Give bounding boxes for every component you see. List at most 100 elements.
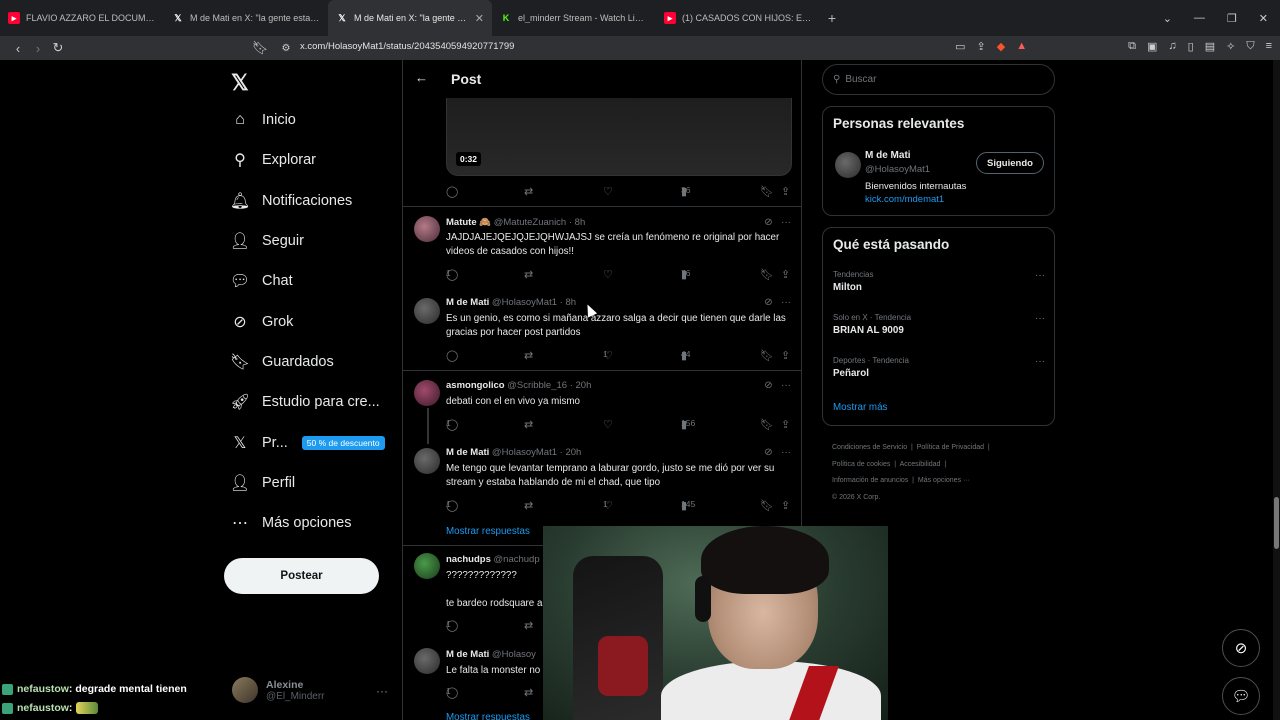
more-icon[interactable]: ··· [781, 380, 791, 391]
author-name[interactable]: Matute 🙈 [446, 217, 491, 228]
author-handle[interactable]: @MatuteZuanich [494, 217, 566, 228]
footer-link[interactable]: Política de Privacidad [917, 444, 984, 451]
account-switcher[interactable]: Alexine @El_Minderr [232, 677, 325, 703]
url-field[interactable]: x.com/HolasoyMat1/status/204354059492077… [300, 41, 514, 52]
cast-icon[interactable]: ▭ [955, 40, 965, 53]
sidebar-item-chat[interactable]: 💬︎ Chat [228, 261, 385, 301]
author-name[interactable]: M de Mati [446, 447, 489, 458]
sidebar-icon[interactable]: ▯ [1188, 40, 1194, 53]
reload-icon[interactable]: ↻ [48, 40, 68, 56]
browser-tab[interactable]: ▸ FLAVIO AZZARO EL DOCUMENTAL - [0, 0, 164, 36]
tweet-text: Me tengo que levantar temprano a laburar… [446, 463, 775, 488]
rewards-icon[interactable]: ▲ [1016, 40, 1027, 53]
show-replies-link[interactable]: Mostrar respuestas [446, 712, 530, 720]
author-name[interactable]: nachudps [446, 554, 491, 565]
share-icon[interactable]: ⇪ [977, 40, 986, 53]
timestamp[interactable]: · 8h [560, 297, 576, 308]
grok-icon[interactable]: ⊘ [764, 447, 772, 458]
grok-icon[interactable]: ⊘ [764, 380, 772, 391]
trend-name: BRIAN AL 9009 [833, 325, 904, 336]
author-handle[interactable]: @HolasoyMat1 [492, 297, 557, 308]
more-icon[interactable]: ··· [1035, 313, 1045, 324]
scrollbar-track[interactable] [1273, 60, 1280, 720]
footer-link[interactable]: Condiciones de Servicio [832, 444, 907, 451]
sidebar-item-estudio[interactable]: 🚀︎ Estudio para cre... [228, 382, 385, 422]
footer-link[interactable]: Accesibilidad [900, 461, 941, 468]
views-count: 44 [681, 349, 691, 359]
wallet-card-icon[interactable]: ▤ [1205, 40, 1215, 53]
sidebar-item-grok[interactable]: ⊘ Grok [228, 301, 385, 341]
timestamp[interactable]: · 20h [560, 447, 582, 458]
chevron-down-icon[interactable]: ⌄ [1163, 12, 1172, 25]
minimize-icon[interactable]: — [1194, 12, 1205, 24]
author-handle[interactable]: @HolasoyMat1 [492, 447, 557, 458]
browser-tab[interactable]: ▸ (1) CASADOS CON HIJOS: El MEJOR C [656, 0, 820, 36]
video-player[interactable] [446, 98, 792, 176]
search-input[interactable]: ⚲ Buscar [822, 64, 1055, 95]
show-replies-link[interactable]: Mostrar respuestas [446, 526, 530, 537]
author-name[interactable]: M de Mati [446, 649, 489, 660]
author-handle[interactable]: @Holasoy [492, 649, 536, 660]
close-tab-icon[interactable]: ✕ [475, 12, 484, 25]
person-name[interactable]: M de Mati [865, 150, 911, 161]
sidebar-nav: ⌂ Inicio ⚲ Explorar 🔔︎ Notificaciones 👤︎ Seg… [228, 100, 385, 543]
brave-shield-icon[interactable]: ◆ [997, 40, 1005, 53]
back-icon[interactable]: ‹ [8, 41, 28, 56]
trend-item[interactable]: Tendencias Milton ··· [833, 270, 1045, 293]
sidebar-item-premium[interactable]: 𝕏 Pr... 50 % de descuento [228, 422, 385, 462]
leo-icon[interactable]: ✧ [1226, 40, 1235, 53]
sidebar-item-seguir[interactable]: 👤︎ Seguir [228, 221, 385, 261]
browser-tab[interactable]: K el_minderr Stream - Watch Live on K [492, 0, 656, 36]
more-icon[interactable]: ··· [1035, 270, 1045, 281]
more-icon[interactable]: ··· [781, 217, 791, 228]
sidebar-item-notificaciones[interactable]: 🔔︎ Notificaciones [228, 181, 385, 221]
author-name[interactable]: M de Mati [446, 297, 489, 308]
trend-item[interactable]: Deportes · Tendencia Peñarol ··· [833, 356, 1045, 379]
back-arrow-icon[interactable]: ← [415, 70, 428, 85]
post-button[interactable]: Postear [224, 558, 379, 594]
following-button[interactable]: Siguiendo [976, 152, 1044, 174]
grok-fab-icon[interactable]: ⊘ [1222, 629, 1260, 667]
avatar [414, 448, 440, 474]
extensions-icon[interactable]: ⧉ [1128, 40, 1136, 53]
browser-tab[interactable]: 𝕏 M de Mati en X: "la gente esta re pin [164, 0, 328, 36]
account-more-icon[interactable]: ··· [376, 684, 388, 698]
timestamp[interactable]: · 20h [570, 380, 592, 391]
footer-link[interactable]: Política de cookies [832, 461, 890, 468]
author-handle[interactable]: @nachudp [494, 554, 540, 565]
forward-icon[interactable]: › [28, 41, 48, 56]
new-tab-button[interactable]: + [820, 10, 844, 26]
messages-fab-icon[interactable]: 💬︎ [1222, 677, 1260, 715]
music-icon[interactable]: ♫ [1168, 40, 1176, 53]
person-handle[interactable]: @HolasoyMat1 [865, 164, 930, 175]
sidebar-item-guardados[interactable]: 🔖︎ Guardados [228, 342, 385, 382]
footer-link[interactable]: Información de anuncios [832, 477, 908, 484]
menu-icon[interactable]: ≡ [1266, 40, 1272, 53]
sidebar-item-perfil[interactable]: 👤︎ Perfil [228, 463, 385, 503]
footer-link[interactable]: Más opciones ··· [918, 477, 970, 484]
more-icon[interactable]: ··· [1035, 356, 1045, 367]
author-handle[interactable]: @Scribble_16 [507, 380, 567, 391]
sidebar-item-inicio[interactable]: ⌂ Inicio [228, 100, 385, 140]
avatar[interactable] [835, 152, 861, 178]
browser-tab-active[interactable]: 𝕏 M de Mati en X: "la gente esta re ✕ [328, 0, 492, 36]
trend-item[interactable]: Solo en X · Tendencia BRIAN AL 9009 ··· [833, 313, 1045, 336]
show-more-link[interactable]: Mostrar más [833, 402, 887, 413]
scrollbar-thumb[interactable] [1274, 497, 1279, 549]
person-link[interactable]: kick.com/mdemat1 [865, 194, 944, 205]
author-name[interactable]: asmongolico [446, 380, 505, 391]
sidebar-item-mas-opciones[interactable]: ⋯ Más opciones [228, 503, 385, 543]
site-info-icon[interactable]: ⚙ [276, 43, 296, 54]
close-window-icon[interactable]: ✕ [1259, 12, 1268, 25]
more-icon[interactable]: ··· [781, 447, 791, 458]
timestamp[interactable]: · 8h [569, 217, 585, 228]
grok-icon[interactable]: ⊘ [764, 217, 772, 228]
grok-icon[interactable]: ⊘ [764, 297, 772, 308]
maximize-icon[interactable]: ❐ [1227, 12, 1237, 25]
vpn-icon[interactable]: ⛉ [1246, 40, 1254, 53]
more-icon[interactable]: ··· [781, 297, 791, 308]
sidebar-item-explorar[interactable]: ⚲ Explorar [228, 140, 385, 180]
x-logo-icon[interactable]: 𝕏 [231, 70, 249, 96]
bookmark-page-icon[interactable]: 🔖︎ [250, 40, 270, 56]
wallet-icon[interactable]: ▣ [1147, 40, 1157, 53]
